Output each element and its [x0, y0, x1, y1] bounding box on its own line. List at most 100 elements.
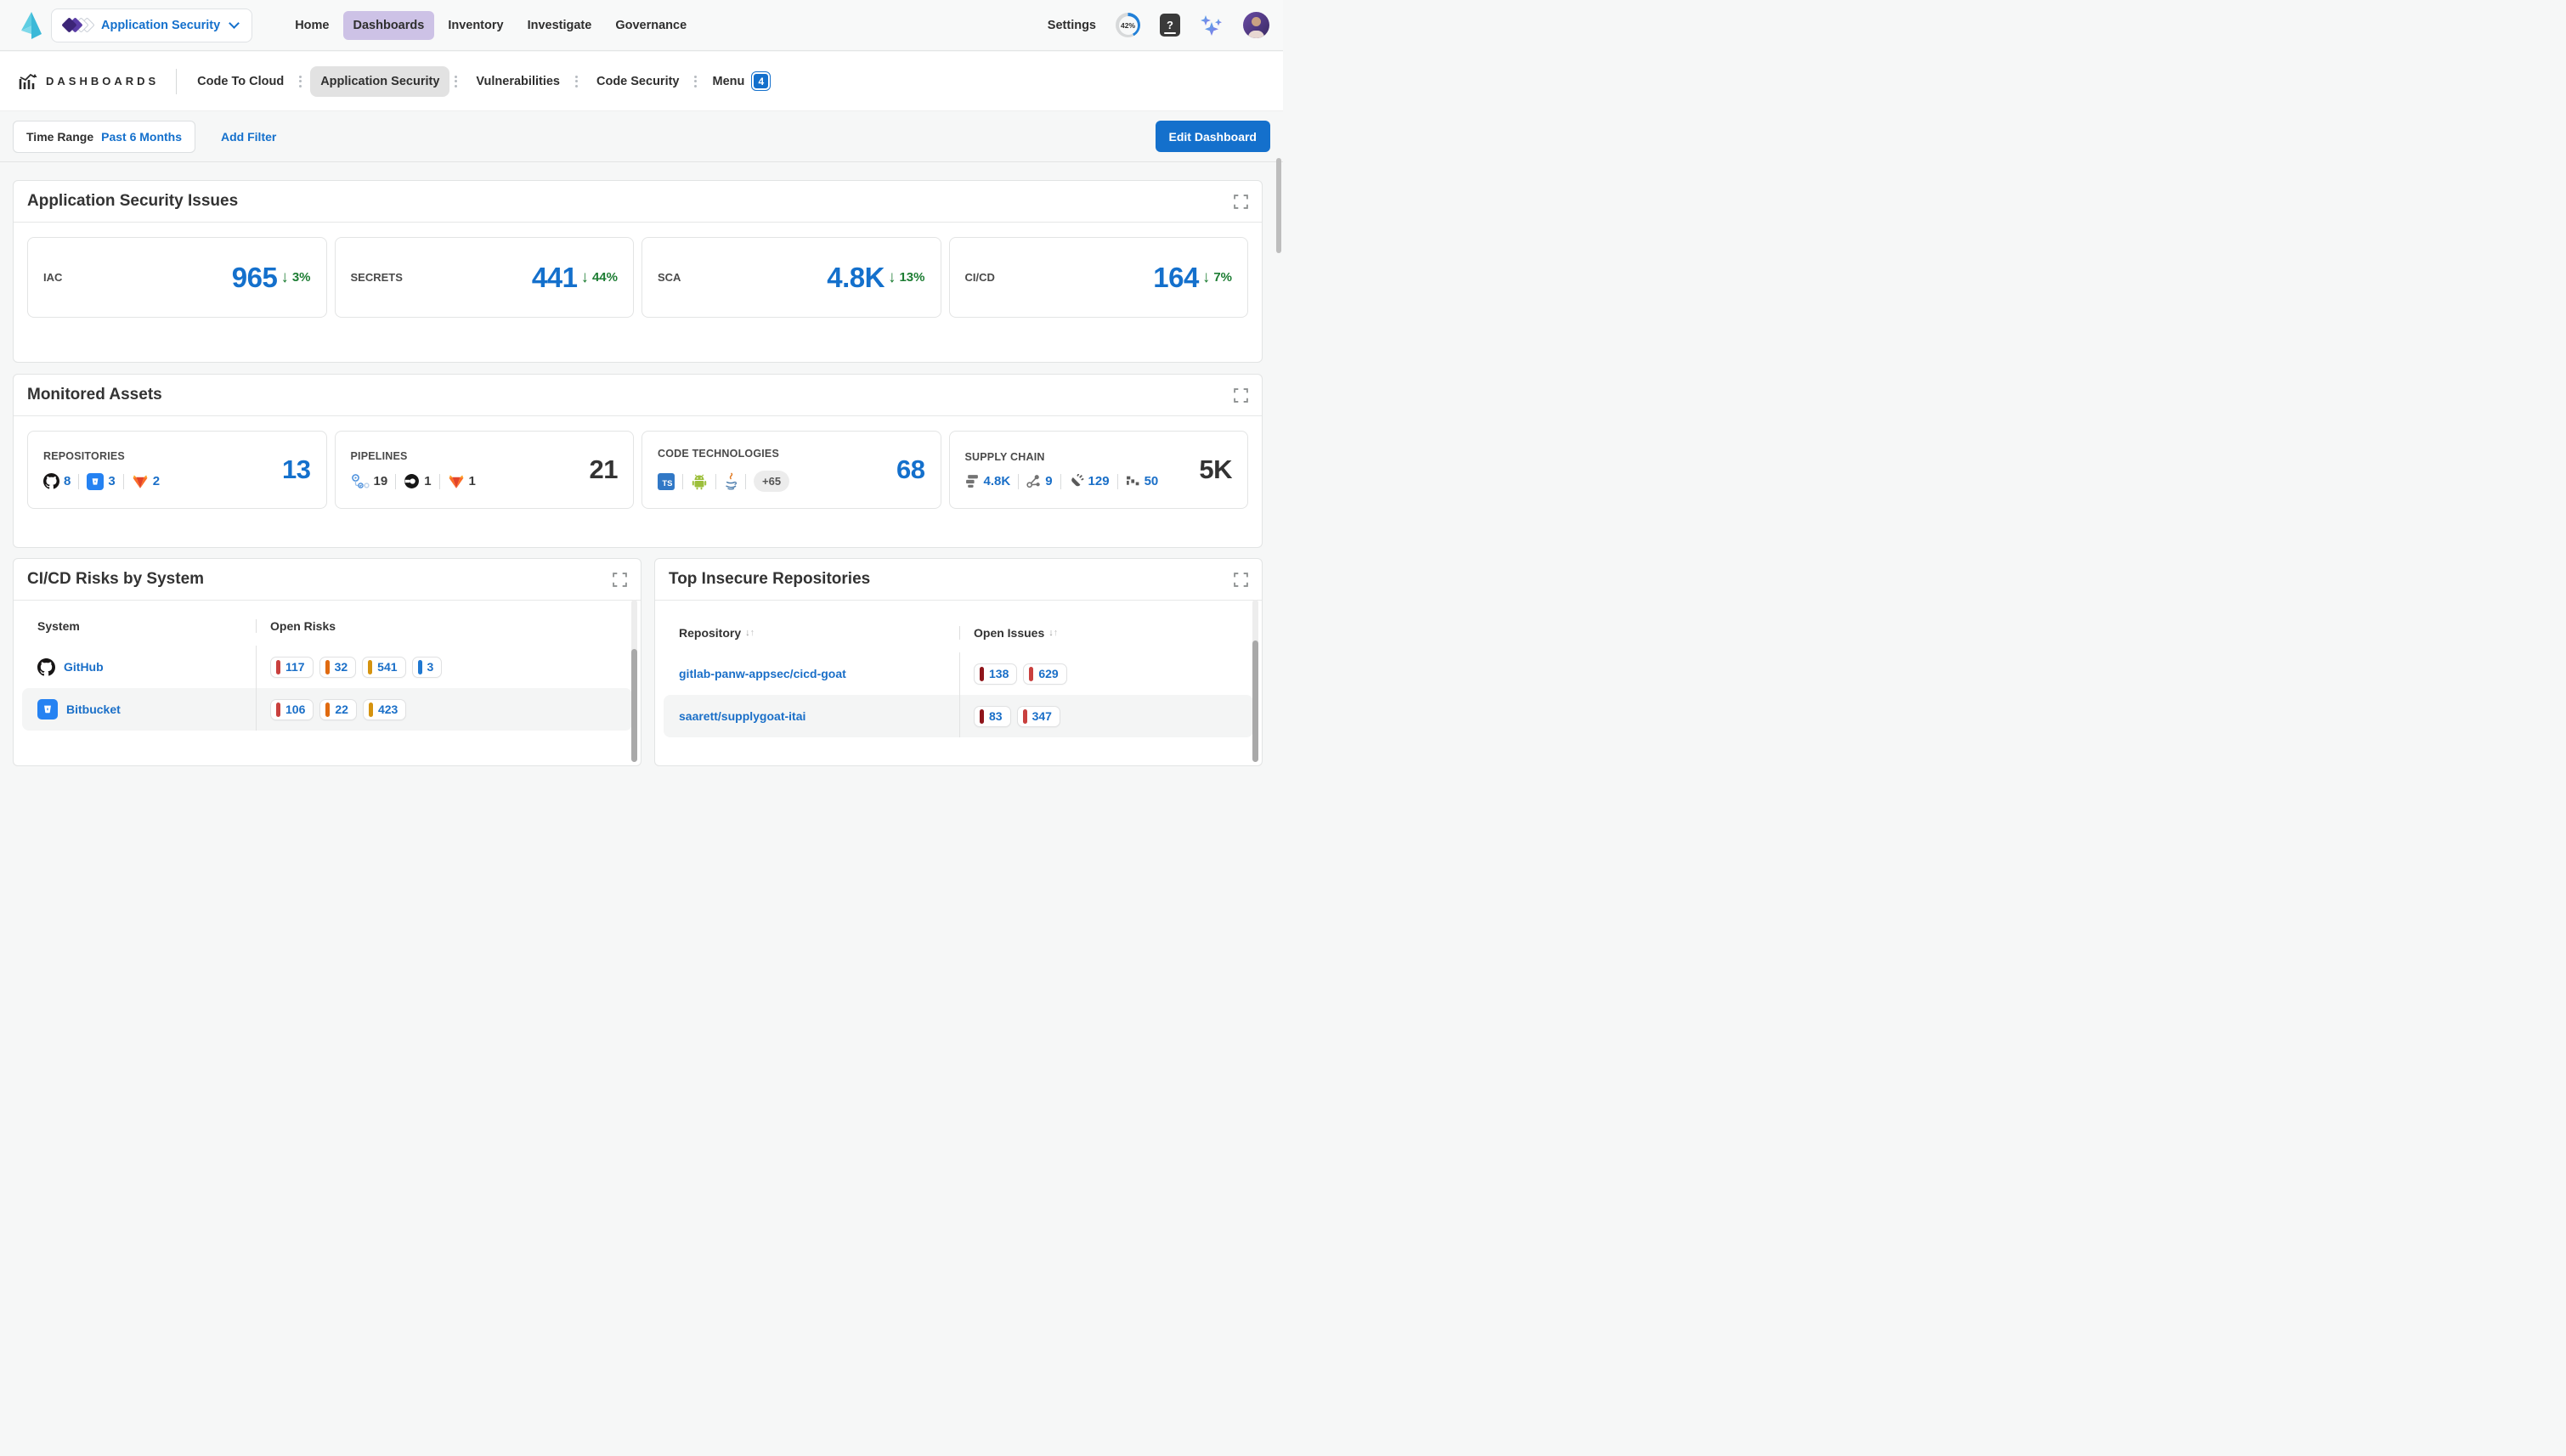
chevron-down-icon — [229, 18, 240, 29]
chip-count: 541 — [377, 660, 397, 674]
trend-down-icon: ↓ — [580, 269, 589, 285]
stat-blocks: 50 — [1126, 474, 1159, 488]
nav-item-investigate[interactable]: Investigate — [517, 11, 602, 40]
severity-bar-medium — [325, 703, 330, 717]
stat-count: 4.8K — [984, 474, 1011, 488]
table-row-github[interactable]: GitHub 117 32 541 3 — [22, 646, 632, 688]
asset-card-repositories[interactable]: REPOSITORIES 8 3 — [27, 431, 327, 509]
application-security-issues-panel: Application Security Issues IAC 965 ↓ 3%… — [13, 180, 1263, 363]
github-icon — [43, 473, 59, 489]
edit-dashboard-button[interactable]: Edit Dashboard — [1156, 121, 1270, 152]
tab-label[interactable]: Application Security — [310, 66, 449, 97]
column-header-open-issues[interactable]: Open Issues ↓↑ — [959, 626, 1253, 640]
kpi-card-sca[interactable]: SCA 4.8K ↓ 13% — [642, 237, 941, 318]
stat-count: 1 — [469, 474, 476, 488]
stat-ci-files: 4.8K — [965, 474, 1011, 488]
product-switcher-label: Application Security — [101, 19, 220, 32]
table-row-repo[interactable]: gitlab-panw-appsec/cicd-goat 138 629 — [664, 652, 1253, 695]
ai-sparkles-icon[interactable] — [1200, 14, 1224, 37]
add-filter-link[interactable]: Add Filter — [221, 130, 276, 144]
gitlab-icon — [132, 473, 149, 489]
tab-vulnerabilities: Vulnerabilities — [466, 66, 583, 97]
kpi-card-secrets[interactable]: SECRETS 441 ↓ 44% — [335, 237, 635, 318]
help-docs-icon[interactable]: ? — [1160, 14, 1180, 37]
table-row-bitbucket[interactable]: Bitbucket 106 22 423 — [22, 688, 632, 731]
chip-count: 3 — [427, 660, 434, 674]
tab-label[interactable]: Code Security — [586, 66, 690, 97]
nav-item-governance[interactable]: Governance — [605, 11, 697, 40]
asset-card-code-technologies[interactable]: CODE TECHNOLOGIES TS — [642, 431, 941, 509]
usage-percent-label: 42% — [1119, 16, 1138, 35]
sort-icon[interactable]: ↓↑ — [745, 629, 755, 638]
column-header-repository[interactable]: Repository ↓↑ — [664, 626, 959, 640]
expand-icon[interactable] — [1234, 573, 1248, 587]
tab-label[interactable]: Vulnerabilities — [466, 66, 570, 97]
nav-item-dashboards[interactable]: Dashboards — [343, 11, 435, 40]
asset-label: REPOSITORIES — [43, 450, 160, 462]
severity-bar-high — [1023, 709, 1027, 724]
kebab-menu-icon[interactable] — [449, 72, 462, 91]
product-switcher[interactable]: Application Security — [51, 8, 252, 42]
menu-label[interactable]: Menu — [712, 75, 744, 88]
chip-count: 423 — [378, 703, 398, 716]
sort-icon[interactable]: ↓↑ — [1048, 629, 1058, 638]
kebab-menu-icon[interactable] — [689, 72, 702, 91]
kpi-delta: 44% — [592, 270, 618, 285]
risk-chip[interactable]: 22 — [319, 699, 357, 720]
table-row-repo[interactable]: saarett/supplygoat-itai 83 347 — [664, 695, 1253, 737]
asset-card-supply-chain[interactable]: SUPPLY CHAIN 4.8K — [949, 431, 1249, 509]
asset-label: PIPELINES — [351, 450, 476, 462]
time-range-filter[interactable]: Time Range Past 6 Months — [13, 121, 195, 153]
settings-link[interactable]: Settings — [1048, 19, 1096, 32]
panel-scrollbar[interactable] — [1252, 600, 1258, 762]
repository-link[interactable]: gitlab-panw-appsec/cicd-goat — [679, 667, 846, 680]
system-link[interactable]: GitHub — [64, 660, 104, 674]
stat-count: 1 — [424, 474, 431, 488]
kebab-menu-icon[interactable] — [570, 72, 583, 91]
usage-progress-ring[interactable]: 42% — [1116, 13, 1140, 37]
tab-label[interactable]: Code To Cloud — [187, 66, 294, 97]
kpi-value: 4.8K — [827, 262, 885, 294]
asset-value: 21 — [590, 454, 618, 485]
risk-chip[interactable]: 541 — [362, 657, 405, 678]
risk-chip[interactable]: 32 — [319, 657, 357, 678]
panel-title: Application Security Issues — [27, 192, 238, 211]
risk-chip[interactable]: 117 — [270, 657, 314, 678]
expand-icon[interactable] — [1234, 195, 1248, 209]
user-avatar[interactable] — [1243, 12, 1269, 38]
column-header-open-risks[interactable]: Open Risks — [256, 619, 632, 633]
stat-plugins: 129 — [1069, 474, 1110, 488]
expand-icon[interactable] — [1234, 388, 1248, 403]
risk-chip[interactable]: 3 — [412, 657, 443, 678]
panel-scrollbar[interactable] — [631, 600, 637, 762]
kpi-delta: 3% — [292, 270, 311, 285]
github-actions-icon — [351, 473, 370, 489]
kpi-label: SCA — [658, 271, 681, 284]
expand-icon[interactable] — [613, 573, 627, 587]
asset-value: 13 — [282, 454, 310, 485]
issue-chip[interactable]: 138 — [974, 663, 1017, 685]
stat-circleci: 1 — [404, 473, 431, 489]
system-link[interactable]: Bitbucket — [66, 703, 121, 716]
risk-chip[interactable]: 423 — [363, 699, 406, 720]
kpi-value: 164 — [1153, 262, 1199, 294]
repository-link[interactable]: saarett/supplygoat-itai — [679, 709, 805, 723]
divider — [176, 69, 177, 94]
dashboards-menu[interactable]: Menu 4 — [712, 72, 770, 90]
more-technologies-pill[interactable]: +65 — [754, 471, 789, 492]
kpi-value: 965 — [232, 262, 278, 294]
issue-chip[interactable]: 347 — [1017, 706, 1060, 727]
kpi-card-iac[interactable]: IAC 965 ↓ 3% — [27, 237, 327, 318]
asset-card-pipelines[interactable]: PIPELINES 19 — [335, 431, 635, 509]
kpi-value: 441 — [532, 262, 578, 294]
risk-chip[interactable]: 106 — [270, 699, 314, 720]
asset-label: SUPPLY CHAIN — [965, 451, 1159, 463]
issue-chip[interactable]: 629 — [1023, 663, 1066, 685]
issue-chip[interactable]: 83 — [974, 706, 1011, 727]
column-header-system[interactable]: System — [22, 619, 256, 633]
nav-item-home[interactable]: Home — [285, 11, 339, 40]
kpi-card-cicd[interactable]: CI/CD 164 ↓ 7% — [949, 237, 1249, 318]
kebab-menu-icon[interactable] — [294, 72, 307, 91]
dashboards-chart-icon — [19, 72, 37, 91]
nav-item-inventory[interactable]: Inventory — [438, 11, 513, 40]
